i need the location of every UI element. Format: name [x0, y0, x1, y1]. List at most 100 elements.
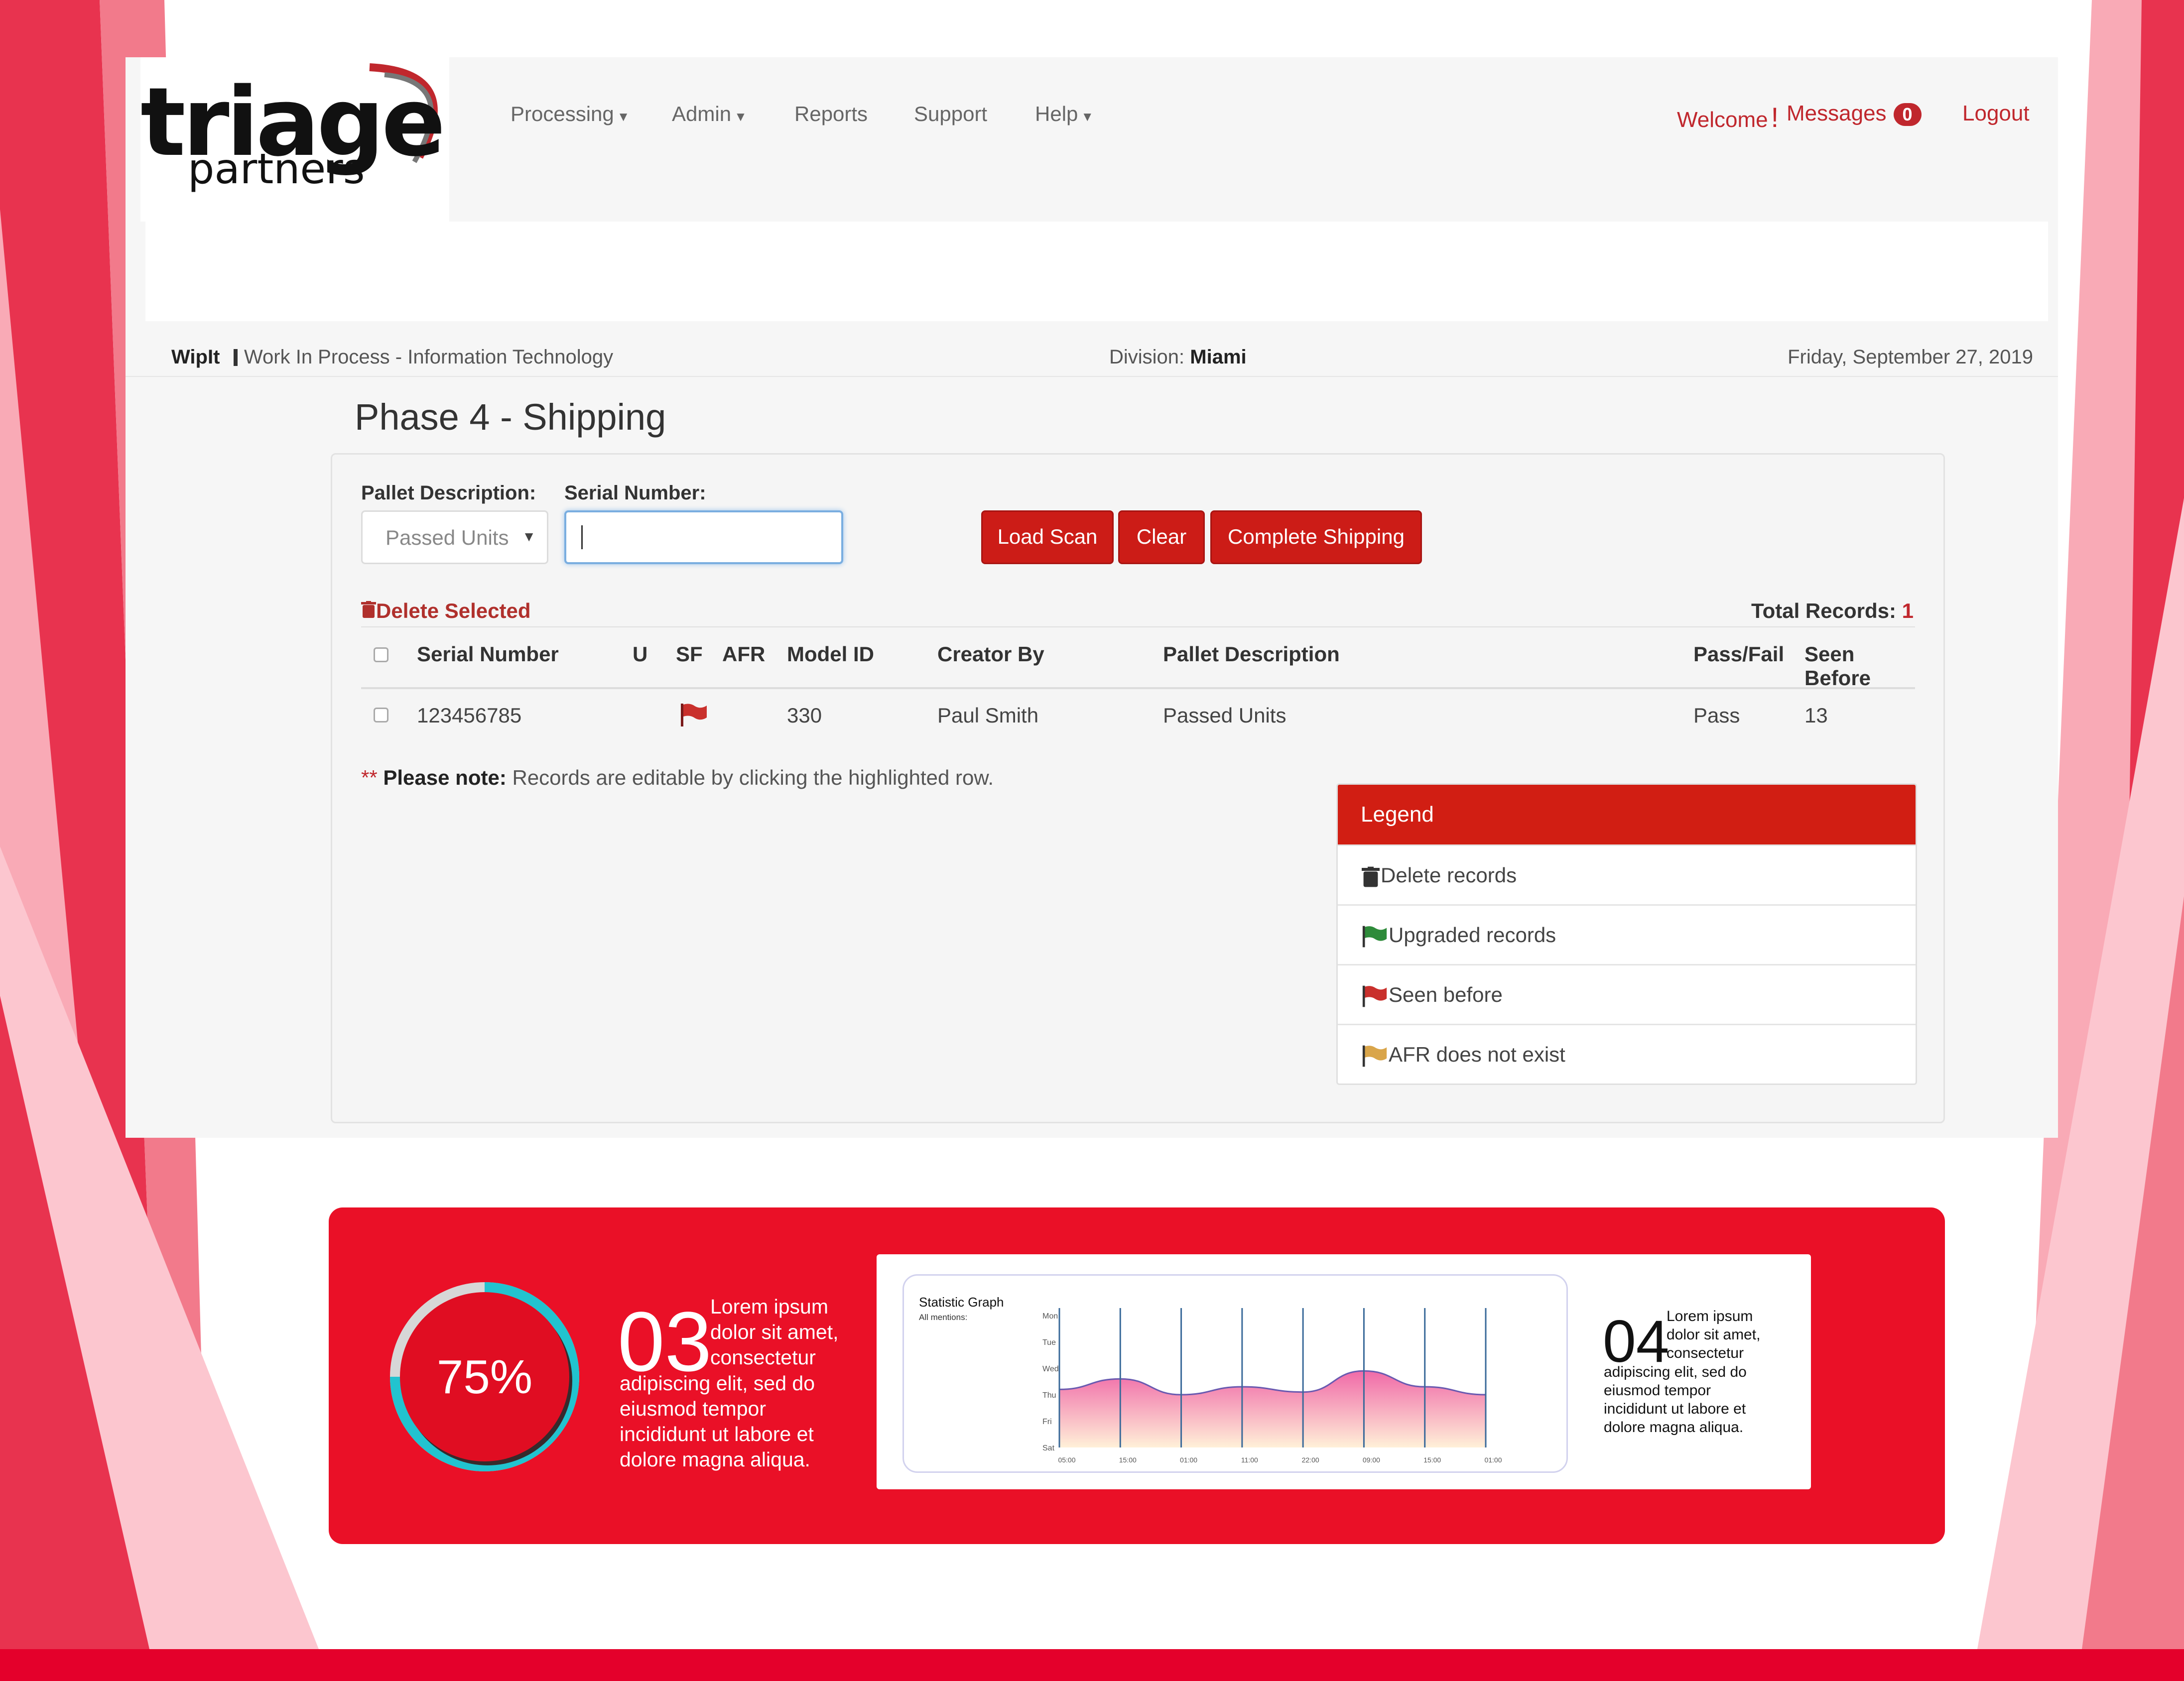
cell-serial: 123456785	[417, 704, 522, 727]
clear-button[interactable]: Clear	[1118, 510, 1205, 564]
col-pass-fail[interactable]: Pass/Fail	[1693, 642, 1784, 666]
page-title: Phase 4 - Shipping	[355, 396, 666, 438]
legend-item-seen-before: Seen before	[1338, 964, 1916, 1024]
total-records-label: Total Records:	[1751, 599, 1896, 622]
nav-admin-label: Admin	[672, 102, 732, 125]
note-bold: Please note:	[383, 766, 507, 789]
complete-shipping-button[interactable]: Complete Shipping	[1210, 510, 1422, 564]
y-tick-label: Thu	[1042, 1391, 1056, 1400]
table-row[interactable]: 123456785 330 Paul Smith Passed Units Pa…	[361, 689, 1915, 743]
chart-card: Statistic Graph All mentions: Mon Tue Wed T…	[877, 1254, 1811, 1489]
chart-area	[1059, 1371, 1486, 1447]
x-tick-label: 09:00	[1363, 1456, 1380, 1464]
block2-line: adipiscing elit, sed do	[1604, 1364, 1747, 1380]
y-tick-label: Sat	[1042, 1444, 1055, 1452]
pallet-description-select[interactable]: Passed Units ▼	[361, 510, 548, 564]
block2-line: dolore magna aliqua.	[1604, 1419, 1744, 1436]
red-flag-icon	[680, 704, 708, 731]
block2-line: consectetur	[1667, 1345, 1744, 1361]
messages-link[interactable]: Messages 0	[1787, 101, 1922, 126]
green-flag-icon	[1362, 926, 1387, 948]
nav-processing[interactable]: Processing ▼	[511, 102, 630, 126]
col-pallet-description[interactable]: Pallet Description	[1163, 642, 1340, 666]
select-all-checkbox[interactable]	[374, 647, 388, 662]
select-arrow-icon: ▼	[522, 529, 536, 544]
x-tick-label: 15:00	[1119, 1456, 1137, 1464]
nav-admin[interactable]: Admin ▼	[672, 102, 747, 126]
delete-selected-link[interactable]: Delete Selected	[361, 599, 531, 623]
col-model-id[interactable]: Model ID	[787, 642, 874, 666]
nav-support[interactable]: Support	[914, 102, 987, 126]
pallet-description-label: Pallet Description:	[361, 482, 536, 504]
table-header: Serial Number U SF AFR Model ID Creator …	[361, 626, 1915, 690]
col-u[interactable]: U	[633, 642, 647, 666]
block1-line: eiusmod tempor	[620, 1397, 766, 1420]
col-serial-number[interactable]: Serial Number	[417, 642, 559, 666]
infographic-banner: 75% 03 Lorem ipsum dolor sit amet, conse…	[329, 1207, 1945, 1544]
separator	[234, 349, 238, 366]
welcome-text: Welcome!	[1677, 101, 1779, 133]
nav-help[interactable]: Help ▼	[1035, 102, 1094, 126]
legend-title: Legend	[1338, 785, 1916, 844]
trash-icon	[361, 601, 376, 618]
area-chart: Mon Tue Wed Thu Fri Sat 05:00 15:00 01:00 11:00 2…	[1042, 1308, 1502, 1464]
legend-item-afr: AFR does not exist	[1338, 1024, 1916, 1083]
triage-logo[interactable]: triage partners	[140, 57, 449, 222]
col-sf[interactable]: SF	[676, 642, 703, 666]
note-text: Records are editable by clicking the hig…	[512, 766, 994, 789]
block2-line: incididunt ut labore et	[1604, 1401, 1746, 1417]
block2-line: dolor sit amet,	[1667, 1326, 1761, 1343]
orange-flag-icon	[1362, 1045, 1387, 1067]
legend-item-label: Seen before	[1389, 983, 1503, 1006]
app-window: triage partners Processing ▼ Admin ▼ Repor…	[126, 57, 2058, 1138]
delete-selected-label: Delete Selected	[376, 599, 531, 622]
messages-label: Messages	[1787, 101, 1887, 125]
col-creator-by[interactable]: Creator By	[937, 642, 1044, 666]
y-tick-label: Wed	[1042, 1365, 1059, 1373]
block2-number: 04	[1603, 1308, 1670, 1375]
cell-model-id: 330	[787, 704, 822, 727]
x-tick-label: 22:00	[1302, 1456, 1319, 1464]
legend-item-upgraded: Upgraded records	[1338, 904, 1916, 964]
please-note: ** Please note: Records are editable by …	[361, 766, 994, 790]
block1-text-top: Lorem ipsum dolor sit amet, consectetur	[710, 1294, 839, 1370]
x-tick-label: 01:00	[1180, 1456, 1197, 1464]
col-afr[interactable]: AFR	[722, 642, 765, 666]
caret-down-icon: ▼	[617, 109, 630, 124]
division-label: Division:	[1109, 346, 1185, 368]
col-seen-before[interactable]: Seen Before	[1804, 642, 1915, 690]
x-tick-label: 01:00	[1484, 1456, 1502, 1464]
pallet-selected-value: Passed Units	[385, 526, 509, 549]
info-bar: WipIt Work In Process - Information Tech…	[126, 336, 2058, 377]
nav-support-label: Support	[914, 102, 988, 125]
header-spacer	[145, 222, 2048, 321]
block1-text-bottom: adipiscing elit, sed do eiusmod tempor i…	[620, 1371, 815, 1472]
legend-item-label: Delete records	[1381, 863, 1517, 887]
x-tick-label: 05:00	[1058, 1456, 1075, 1464]
current-date: Friday, September 27, 2019	[1788, 346, 2033, 368]
nav-help-label: Help	[1035, 102, 1078, 125]
app-name: WipIt	[171, 346, 220, 368]
red-flag-icon	[1362, 985, 1387, 1007]
y-tick-label: Fri	[1042, 1418, 1052, 1426]
row-checkbox[interactable]	[374, 708, 388, 722]
block2-text-bottom: adipiscing elit, sed do eiusmod tempor i…	[1604, 1363, 1747, 1437]
percent-label: 75%	[437, 1350, 532, 1404]
messages-count-badge: 0	[1893, 103, 1922, 126]
caret-down-icon: ▼	[734, 109, 747, 124]
serial-number-input[interactable]	[564, 510, 843, 564]
load-scan-button[interactable]: Load Scan	[981, 510, 1114, 564]
trash-icon	[1362, 866, 1380, 887]
block2-line: eiusmod tempor	[1604, 1382, 1711, 1399]
nav-processing-label: Processing	[511, 102, 614, 125]
caret-down-icon: ▼	[1081, 109, 1094, 124]
app-description: Work In Process - Information Technology	[244, 346, 614, 368]
nav-reports[interactable]: Reports	[794, 102, 868, 126]
total-records: Total Records: 1	[1751, 599, 1914, 623]
block1-line: dolore magna aliqua.	[620, 1448, 810, 1471]
cell-creator: Paul Smith	[937, 704, 1039, 727]
x-tick-label: 15:00	[1423, 1456, 1441, 1464]
cell-seen-before: 13	[1804, 704, 1828, 727]
block1-line: incididunt ut labore et	[620, 1423, 814, 1445]
logout-link[interactable]: Logout	[1962, 101, 2030, 126]
